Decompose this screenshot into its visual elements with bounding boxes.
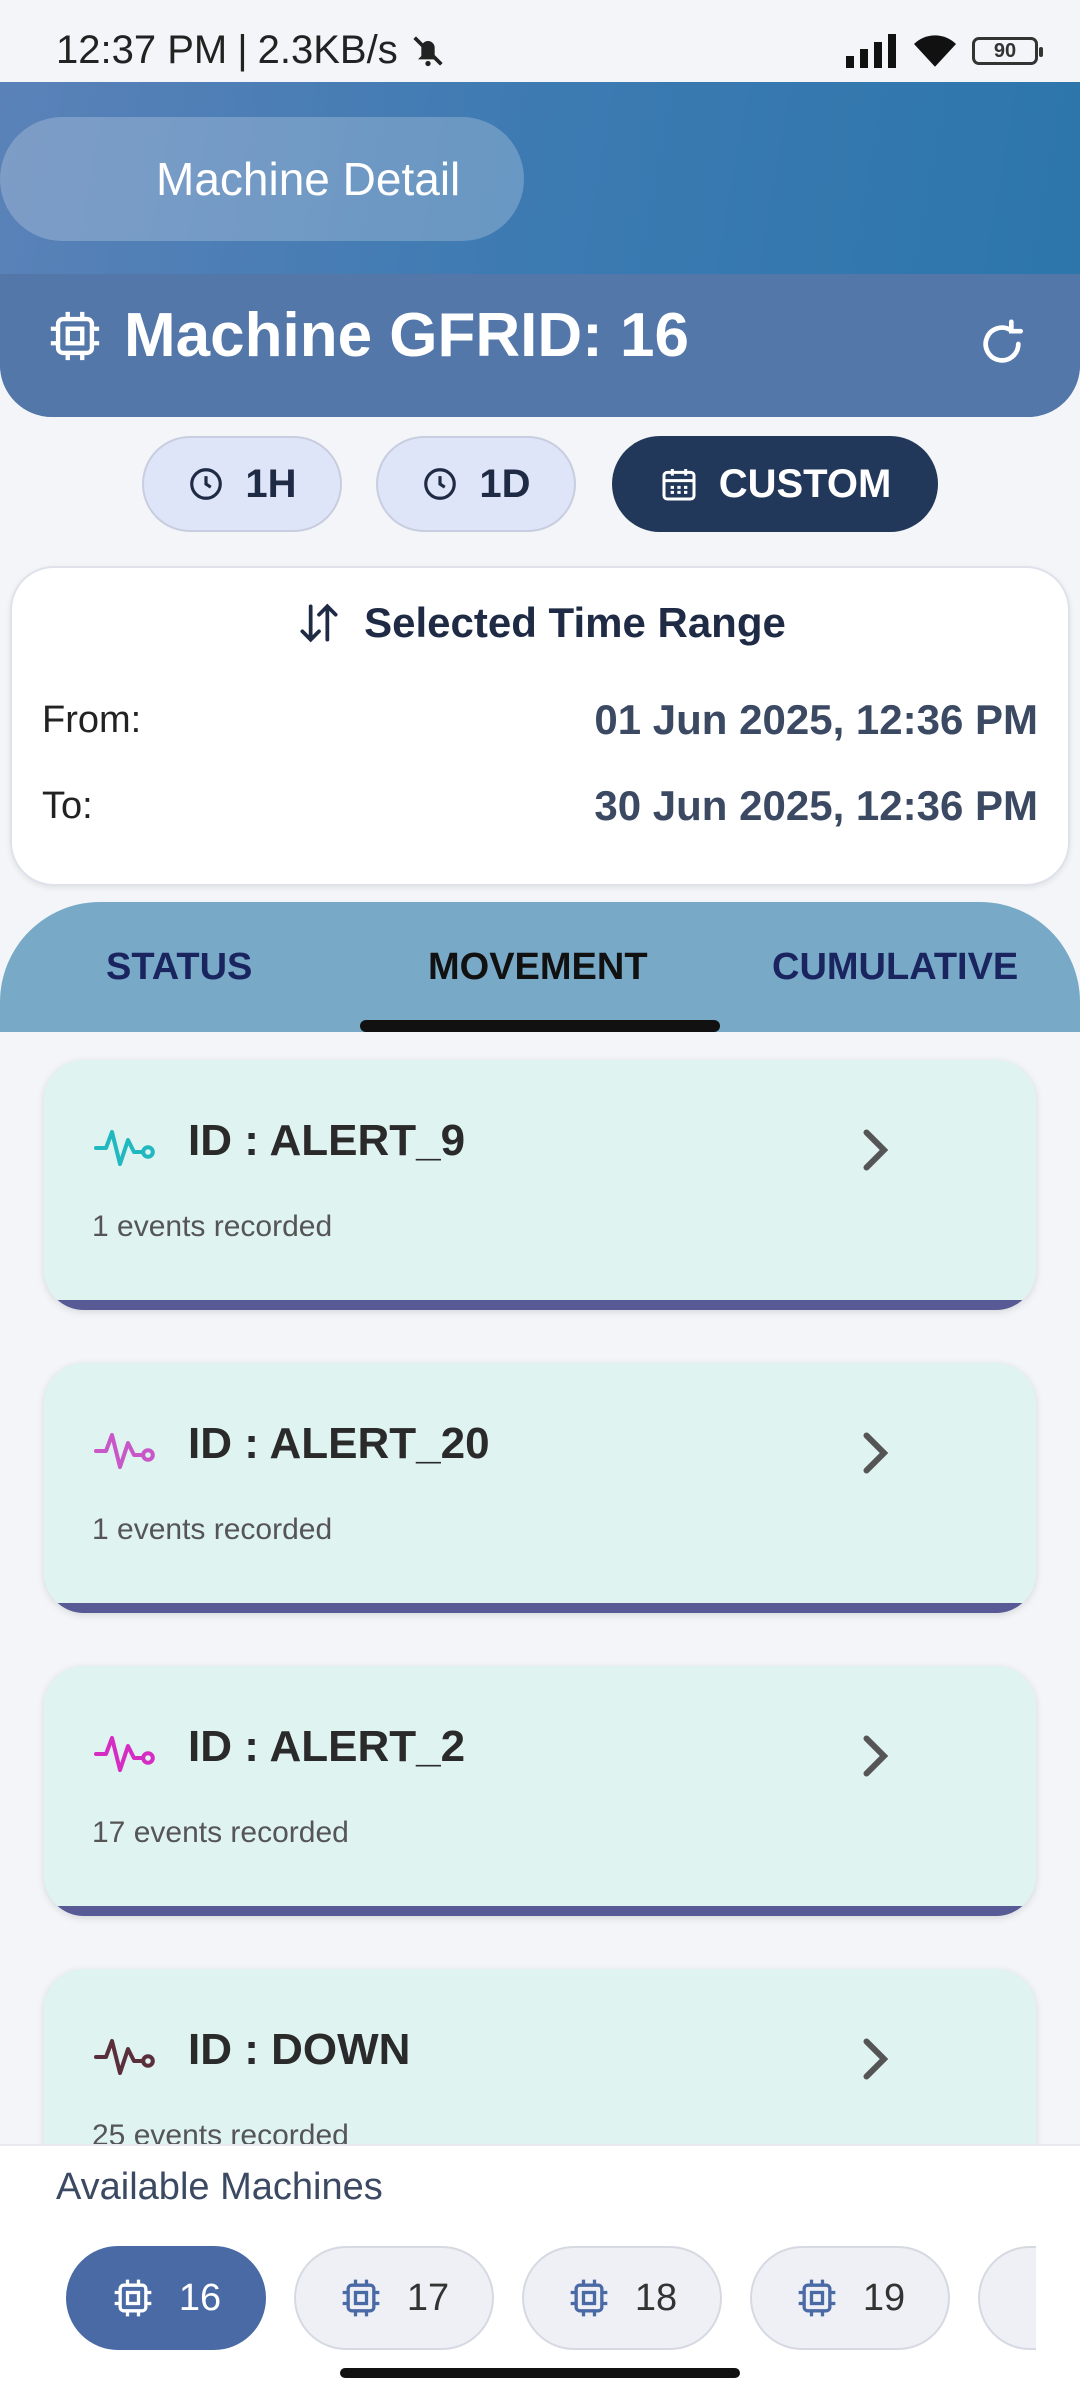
machine-chip-16[interactable]: 16 (66, 2246, 266, 2350)
calendar-icon (662, 469, 696, 501)
machine-chip-label: 19 (862, 2276, 906, 2319)
from-value[interactable]: 01 Jun 2025, 12:36 PM (594, 696, 1038, 744)
net-speed: 2.3KB/s (257, 28, 398, 72)
page-title: Machine Detail (156, 153, 461, 205)
alert-events: 1 events recorded (92, 1210, 333, 1243)
status-right: 90 (846, 34, 1043, 68)
chevron-right-icon (863, 1129, 889, 1171)
alert-events: 17 events recorded (92, 1816, 349, 1849)
machine-title: Machine GFRID: 16 (46, 300, 689, 371)
from-row: From: 01 Jun 2025, 12:36 PM (42, 696, 1038, 744)
alert-card-alert-2[interactable]: ID : ALERT_2 17 events recorded (44, 1666, 1036, 1916)
time-range-title: Selected Time Range (364, 599, 786, 646)
machine-chip-label: 16 (178, 2276, 222, 2319)
battery-level: 90 (993, 39, 1017, 62)
bell-off-icon (413, 35, 443, 66)
time-range-heading: Selected Time Range (12, 598, 1068, 648)
chevron-right-icon (863, 1735, 889, 1777)
status-bar: 12:37 PM | 2.3KB/s 90 (0, 0, 1080, 82)
alert-card-down[interactable]: ID : DOWN 25 events recorded (44, 1969, 1036, 2144)
card-accent-bar (44, 1300, 1036, 1310)
range-1d-label: 1D (479, 461, 531, 506)
chip-icon (114, 2279, 152, 2317)
pulse-icon (94, 1130, 155, 1166)
to-row: To: 30 Jun 2025, 12:36 PM (42, 782, 1038, 830)
machine-chip-list[interactable]: 16 17 18 19 (0, 2246, 1036, 2356)
back-button[interactable]: Machine Detail (0, 117, 524, 241)
machine-chip-17[interactable]: 17 (294, 2246, 494, 2350)
machine-chip-18[interactable]: 18 (522, 2246, 722, 2350)
pulse-icon (94, 1433, 155, 1469)
status-left: 12:37 PM | 2.3KB/s (56, 28, 448, 73)
clock-icon (190, 468, 223, 500)
chip-icon (570, 2279, 608, 2317)
alert-list[interactable]: ID : ALERT_9 1 events recorded ID : ALER… (0, 1032, 1080, 2144)
header: Machine Detail Machine GFRID: 16 (0, 82, 1080, 417)
alert-events: 25 events recorded (92, 2119, 349, 2144)
signal-icon (846, 34, 896, 68)
refresh-icon[interactable] (974, 316, 1030, 372)
range-custom-button[interactable]: CUSTOM (612, 436, 938, 532)
status-time: 12:37 PM (56, 28, 228, 72)
alert-id: ID : ALERT_9 (188, 1116, 466, 1165)
available-machines-panel: Available Machines 16 17 18 19 (0, 2144, 1080, 2400)
time-range-card: Selected Time Range From: 01 Jun 2025, 1… (10, 566, 1070, 886)
machine-chip-partial[interactable] (978, 2246, 1036, 2350)
alert-events: 1 events recorded (92, 1513, 333, 1546)
card-accent-bar (44, 1603, 1036, 1613)
clock-icon (424, 468, 457, 500)
tab-cumulative[interactable]: CUMULATIVE (772, 946, 1018, 989)
wifi-icon (914, 35, 956, 67)
range-1h-label: 1H (245, 461, 297, 506)
tab-status[interactable]: STATUS (106, 946, 252, 989)
from-label: From: (42, 698, 142, 741)
to-value[interactable]: 30 Jun 2025, 12:36 PM (594, 782, 1038, 830)
alert-card-alert-9[interactable]: ID : ALERT_9 1 events recorded (44, 1060, 1036, 1310)
alert-id: ID : ALERT_20 (188, 1419, 490, 1468)
active-tab-indicator (360, 1020, 720, 1032)
range-buttons: 1H 1D CUSTOM (0, 436, 1080, 532)
range-1h-button[interactable]: 1H (142, 436, 342, 532)
chevron-right-icon (863, 1432, 889, 1474)
range-custom-label: CUSTOM (718, 461, 892, 506)
status-divider: | (237, 28, 248, 72)
alert-id: ID : DOWN (188, 2025, 411, 2074)
pulse-icon (94, 1736, 155, 1772)
alert-id: ID : ALERT_2 (188, 1722, 466, 1771)
machine-chip-19[interactable]: 19 (750, 2246, 950, 2350)
pulse-icon (94, 2039, 155, 2075)
chip-icon (342, 2279, 380, 2317)
tab-bar: STATUS MOVEMENT CUMULATIVE (0, 902, 1080, 1032)
range-1d-button[interactable]: 1D (376, 436, 576, 532)
chip-icon (50, 311, 100, 360)
machine-chip-label: 18 (634, 2276, 678, 2319)
machine-label: Machine GFRID: 16 (124, 301, 689, 370)
chevron-right-icon (863, 2038, 889, 2080)
alert-card-alert-20[interactable]: ID : ALERT_20 1 events recorded (44, 1363, 1036, 1613)
battery-icon: 90 (972, 37, 1043, 65)
card-accent-bar (44, 1906, 1036, 1916)
machine-chip-label: 17 (406, 2276, 450, 2319)
available-machines-title: Available Machines (56, 2166, 383, 2208)
home-indicator[interactable] (340, 2368, 740, 2378)
tab-movement[interactable]: MOVEMENT (428, 946, 648, 989)
to-label: To: (42, 784, 93, 827)
swap-vertical-icon (300, 603, 338, 643)
chip-icon (798, 2279, 836, 2317)
